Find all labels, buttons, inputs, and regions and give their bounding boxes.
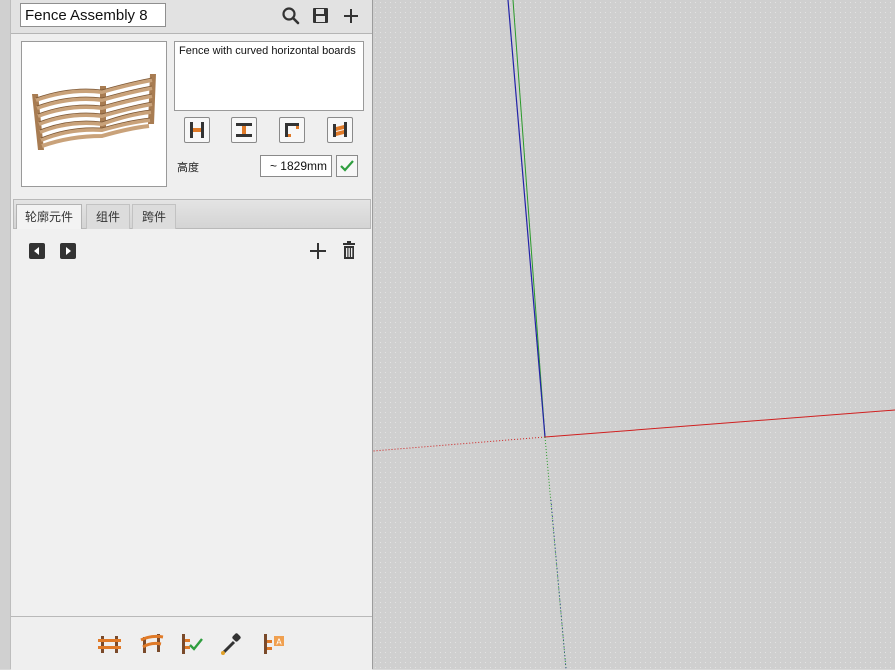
tab-profiles[interactable]: 轮廓元件 [16,204,82,230]
assembly-name-input[interactable] [20,3,166,27]
bottom-toolbar: A [11,616,372,670]
green-axis-negative [544,436,567,669]
fence-curve-icon[interactable] [139,631,165,657]
post-middle-icon [236,123,252,137]
fence-draw-icon[interactable] [97,631,123,657]
corner-icon [285,123,299,137]
post-middle-button[interactable] [231,117,257,143]
add-profile-icon[interactable] [308,241,328,261]
tab-content [13,229,371,616]
height-label: 高度 [177,162,199,174]
panel-button[interactable] [327,117,353,143]
blue-axis [507,0,546,438]
post-end-icon [190,122,204,138]
eyedropper-icon[interactable] [219,631,245,657]
description-field[interactable]: Fence with curved horizontal boards [174,41,364,111]
tab-spans[interactable]: 跨件 [132,204,176,229]
next-icon[interactable] [60,243,76,259]
fence-panel: Fence with curved horizontal boards 高度 ~… [10,0,373,670]
left-viewport-strip [0,0,10,669]
fence-preview-icon [32,74,156,150]
red-axis-positive [544,409,895,438]
add-icon[interactable] [341,6,363,26]
svg-text:A: A [276,638,282,647]
red-axis-negative [373,436,546,452]
axes-overlay [373,0,895,669]
trash-icon[interactable] [340,241,358,261]
corner-button[interactable] [279,117,305,143]
assembly-preview-image [21,41,167,187]
panel-header [11,0,372,34]
post-end-button[interactable] [184,117,210,143]
checkmark-icon [340,160,354,172]
fence-validate-icon[interactable] [179,631,205,657]
search-icon[interactable] [281,6,303,26]
confirm-height-button[interactable] [336,155,358,177]
tab-components[interactable]: 组件 [86,204,130,229]
3d-viewport[interactable] [373,0,895,669]
save-icon[interactable] [311,6,333,26]
blue-axis-negative [550,499,567,669]
tab-bar: 轮廓元件 组件 跨件 [13,199,371,230]
height-input[interactable]: ~ 1829mm [260,155,332,177]
fence-label-icon[interactable]: A [261,631,287,657]
green-axis-positive [512,0,546,438]
previous-icon[interactable] [29,243,45,259]
panel-icon [333,122,347,137]
description-text: Fence with curved horizontal boards [179,45,356,57]
